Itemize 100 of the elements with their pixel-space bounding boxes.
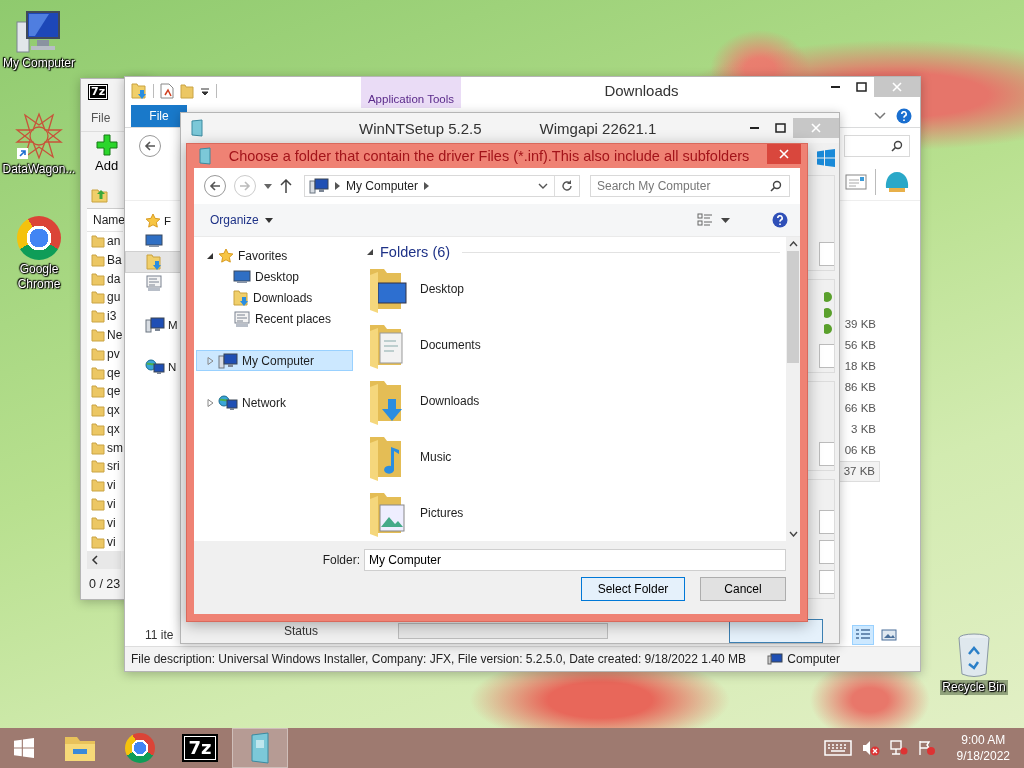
address-bar[interactable]: My Computer — [304, 175, 580, 197]
navigation-label: F — [164, 215, 172, 227]
dropdown[interactable] — [819, 510, 834, 534]
chevron-icon[interactable] — [874, 112, 886, 120]
navigation-item[interactable]: Downloads — [196, 287, 353, 308]
navigation-item[interactable]: Network — [196, 392, 353, 413]
dropdown[interactable] — [819, 540, 834, 564]
navigation-item[interactable]: M — [125, 315, 183, 335]
file-name[interactable]: vi — [107, 515, 116, 530]
folder-name: Desktop — [420, 282, 465, 296]
navigation-item[interactable]: Recent places — [196, 308, 353, 329]
desktop-shortcut-label: Recycle Bin — [940, 680, 1008, 695]
dialog-button[interactable]: Cancel — [700, 577, 786, 601]
file-name[interactable]: vi — [107, 534, 116, 549]
close-button[interactable] — [767, 144, 801, 164]
navigation-label: My Computer — [242, 353, 315, 368]
chrome-icon — [125, 733, 155, 763]
scroll-up-icon[interactable] — [788, 241, 798, 247]
file-tab[interactable]: File — [131, 105, 187, 127]
folder-icon — [91, 384, 105, 399]
file-name[interactable]: qe — [107, 365, 121, 380]
minimize-icon — [830, 86, 840, 88]
view-options-icon[interactable] — [697, 213, 713, 227]
input-field[interactable] — [819, 344, 834, 368]
caret-icon[interactable] — [200, 86, 210, 96]
navigation-label: Desktop — [255, 269, 300, 284]
menu-item[interactable]: File — [91, 110, 111, 125]
input-field[interactable] — [819, 570, 834, 594]
add-button[interactable]: Add — [91, 131, 123, 182]
maximize-icon — [855, 82, 867, 92]
collapse-arrow-icon[interactable] — [367, 248, 374, 256]
help-icon[interactable] — [896, 108, 912, 124]
navigation-item[interactable] — [125, 251, 183, 273]
input-field[interactable] — [819, 442, 834, 466]
up-arrow-icon[interactable] — [280, 179, 292, 193]
app-icon — [250, 732, 270, 764]
caret-icon[interactable] — [721, 217, 730, 223]
folder-item[interactable]: Documents — [367, 317, 786, 373]
file-name[interactable]: pv — [107, 346, 120, 361]
navigation-item[interactable]: F — [125, 211, 183, 231]
back-arrow-icon — [144, 140, 156, 152]
folder-name: Pictures — [420, 506, 464, 520]
horizontal-scrollbar[interactable] — [87, 551, 121, 569]
navigation-item[interactable]: N — [125, 357, 183, 377]
navigation-item[interactable]: My Computer — [196, 350, 353, 371]
network-icon — [218, 394, 238, 411]
window-title: WinNTSetup 5.2.5 — [359, 119, 482, 137]
caret-icon[interactable] — [264, 183, 272, 189]
file-name[interactable]: sm — [107, 440, 123, 455]
taskbar-app-button[interactable]: 7z — [172, 728, 228, 768]
file-name[interactable]: qe — [107, 384, 121, 399]
folder-item[interactable]: Downloads — [367, 373, 786, 429]
app-icon — [199, 147, 211, 165]
folder-item[interactable]: Pictures — [367, 485, 786, 541]
preview-pane-icon[interactable] — [845, 173, 867, 191]
vertical-scrollbar[interactable] — [786, 237, 800, 541]
refresh-icon[interactable] — [561, 180, 573, 192]
scroll-down-icon[interactable] — [788, 531, 798, 537]
file-name[interactable]: vi — [107, 497, 116, 512]
file-name[interactable]: Ne — [107, 327, 123, 342]
input-field[interactable] — [819, 242, 834, 266]
file-name[interactable]: gu — [107, 290, 121, 305]
folder-item[interactable]: Desktop — [367, 261, 786, 317]
folder-icon — [91, 252, 105, 267]
chevron-icon — [424, 182, 430, 190]
file-name[interactable]: Ba — [107, 252, 122, 267]
app-icon — [191, 119, 203, 137]
dialog-button[interactable]: Select Folder — [581, 577, 685, 601]
file-name[interactable]: i3 — [107, 309, 117, 324]
windows-logo-icon — [14, 738, 34, 758]
organize-menu-button[interactable]: Organize — [204, 211, 279, 229]
expand-arrow-icon[interactable] — [207, 251, 214, 260]
file-name[interactable]: da — [107, 271, 121, 286]
help-icon[interactable] — [772, 212, 788, 228]
picture-icon — [881, 628, 897, 642]
folder-input[interactable]: My Computer — [364, 549, 786, 571]
taskbar-app-button[interactable] — [232, 728, 288, 768]
clock-time[interactable]: 9:00 AM — [961, 732, 1006, 748]
contextual-tab[interactable]: Application Tools — [361, 77, 461, 108]
file-size: 39 KB — [843, 317, 877, 332]
navigation-item[interactable]: Favorites — [196, 245, 353, 266]
file-name[interactable]: qx — [107, 421, 120, 436]
search-field[interactable] — [844, 135, 910, 157]
file-name[interactable]: an — [107, 233, 121, 248]
file-name[interactable]: vi — [107, 478, 116, 493]
status-text: 0 / 23 — [88, 576, 122, 593]
folder-icon — [91, 440, 105, 455]
folder-item[interactable]: Music — [367, 429, 786, 485]
clock-date[interactable]: 9/18/2022 — [956, 748, 1010, 764]
breadcrumb-item[interactable]: My Computer — [346, 179, 419, 193]
search-field[interactable]: Search My Computer — [590, 175, 790, 197]
column-header[interactable]: Name — [87, 208, 123, 232]
file-name[interactable]: qx — [107, 403, 120, 418]
properties-icon — [160, 83, 174, 99]
status-label: Status — [284, 624, 319, 638]
navigation-item[interactable]: Desktop — [196, 266, 353, 287]
file-name[interactable]: sri — [107, 459, 120, 474]
details-view-button[interactable] — [852, 625, 874, 645]
computer-icon — [218, 352, 238, 369]
maximize-icon — [774, 123, 786, 133]
